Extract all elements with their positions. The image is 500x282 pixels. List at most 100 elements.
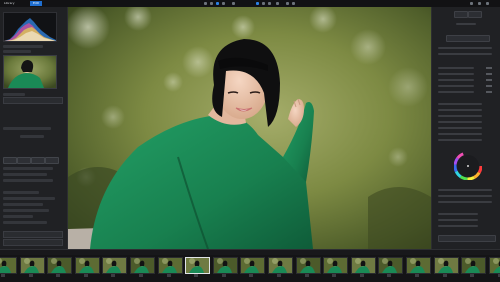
rating-badge — [415, 274, 419, 277]
tab-library[interactable]: Library — [4, 1, 15, 6]
image-viewer[interactable] — [68, 7, 431, 249]
close-icon[interactable] — [486, 2, 489, 5]
rating-badge — [332, 274, 336, 277]
slider-track[interactable] — [438, 79, 492, 81]
rating-badge — [1, 274, 5, 277]
tool-icon[interactable] — [204, 2, 207, 5]
tool-icon[interactable] — [276, 2, 279, 5]
filmstrip-thumbnail[interactable] — [20, 257, 45, 274]
slider-track[interactable] — [438, 121, 482, 123]
slider-value — [486, 67, 492, 69]
mode-button[interactable] — [45, 157, 59, 164]
filmstrip-thumbnail[interactable] — [406, 257, 431, 274]
output-select[interactable] — [3, 239, 63, 246]
slider-track[interactable] — [438, 133, 482, 135]
filmstrip-thumbnail[interactable] — [75, 257, 100, 274]
crop-icon[interactable] — [216, 2, 219, 5]
slider-track[interactable] — [438, 67, 492, 69]
info-row — [3, 221, 47, 224]
filmstrip-thumbnail[interactable] — [461, 257, 486, 274]
mode-button[interactable] — [31, 157, 45, 164]
slider-track[interactable] — [438, 213, 478, 215]
panel-tab[interactable] — [468, 11, 482, 18]
slider-track[interactable] — [438, 225, 478, 227]
tool-icon[interactable] — [222, 2, 225, 5]
rating-badge — [29, 274, 33, 277]
tool-icon[interactable] — [262, 2, 265, 5]
slider-track[interactable] — [438, 103, 482, 105]
info-row — [3, 191, 39, 194]
slider-track[interactable] — [438, 219, 478, 221]
filmstrip-thumbnail[interactable] — [158, 257, 183, 274]
slider-track[interactable] — [438, 139, 482, 141]
rating-badge — [222, 274, 226, 277]
slider-track[interactable] — [438, 47, 492, 49]
info-row — [3, 215, 33, 218]
panel-label-bar — [3, 93, 25, 96]
filmstrip-thumbnail[interactable] — [434, 257, 459, 274]
mode-button[interactable] — [3, 157, 17, 164]
rating-badge — [277, 274, 281, 277]
slider-track[interactable] — [438, 201, 492, 203]
slider-track[interactable] — [438, 127, 482, 129]
tool-icon[interactable] — [210, 2, 213, 5]
photo-canvas — [68, 7, 431, 249]
rating-badge — [167, 274, 171, 277]
rating-badge — [56, 274, 60, 277]
slider-track[interactable] — [438, 195, 492, 197]
filmstrip-toolbar — [0, 250, 500, 255]
panel-header[interactable] — [3, 45, 43, 48]
left-panel — [0, 7, 68, 249]
apply-select[interactable] — [438, 235, 496, 242]
filmstrip-thumbnail[interactable] — [185, 257, 210, 274]
profile-select[interactable] — [446, 35, 490, 42]
filmstrip-thumbnail[interactable] — [296, 257, 321, 274]
filmstrip-thumbnail[interactable] — [130, 257, 155, 274]
panel-heading-bar — [456, 23, 476, 25]
panel-tab[interactable] — [454, 11, 468, 18]
filmstrip-thumbnail[interactable] — [213, 257, 238, 274]
rating-badge — [387, 274, 391, 277]
rating-badge — [194, 274, 198, 277]
filmstrip-thumbnail[interactable] — [0, 257, 17, 274]
tab-edit[interactable]: Edit — [30, 1, 42, 6]
filmstrip-thumbnail[interactable] — [268, 257, 293, 274]
filmstrip-thumbnail[interactable] — [489, 257, 500, 274]
slider-track[interactable] — [438, 189, 492, 191]
slider-value — [486, 91, 492, 93]
settings-icon[interactable] — [470, 2, 473, 5]
slider-track[interactable] — [438, 109, 482, 111]
output-select[interactable] — [3, 231, 63, 238]
filmstrip-thumbnail[interactable] — [351, 257, 376, 274]
panel-subheader — [3, 50, 31, 53]
tool-icon[interactable] — [232, 2, 235, 5]
mode-button[interactable] — [17, 157, 31, 164]
tool-icon[interactable] — [292, 2, 295, 5]
filmstrip-thumbnail[interactable] — [240, 257, 265, 274]
rating-badge — [305, 274, 309, 277]
rating-badge — [470, 274, 474, 277]
rating-badge — [443, 274, 447, 277]
filmstrip-thumbnail[interactable] — [102, 257, 127, 274]
tool-icon[interactable] — [286, 2, 289, 5]
minimize-icon[interactable] — [478, 2, 481, 5]
filmstrip-thumbnail[interactable] — [323, 257, 348, 274]
preset-select[interactable] — [3, 97, 63, 104]
color-wheel-icon[interactable] — [453, 151, 483, 181]
slider-track[interactable] — [438, 73, 492, 75]
filmstrip — [0, 249, 500, 282]
slider-track[interactable] — [438, 91, 492, 93]
view-icon[interactable] — [256, 2, 259, 5]
slider-track[interactable] — [3, 179, 53, 182]
slider-track[interactable] — [438, 115, 482, 117]
filmstrip-thumbnail[interactable] — [47, 257, 72, 274]
slider-track[interactable] — [438, 85, 492, 87]
info-row — [3, 209, 49, 212]
slider-track[interactable] — [438, 53, 492, 55]
tool-icon[interactable] — [268, 2, 271, 5]
slider-track[interactable] — [3, 173, 47, 176]
filmstrip-thumbnail[interactable] — [378, 257, 403, 274]
histogram-icon — [3, 12, 57, 42]
navigator-thumbnail[interactable] — [3, 55, 57, 89]
slider-track[interactable] — [3, 167, 53, 170]
